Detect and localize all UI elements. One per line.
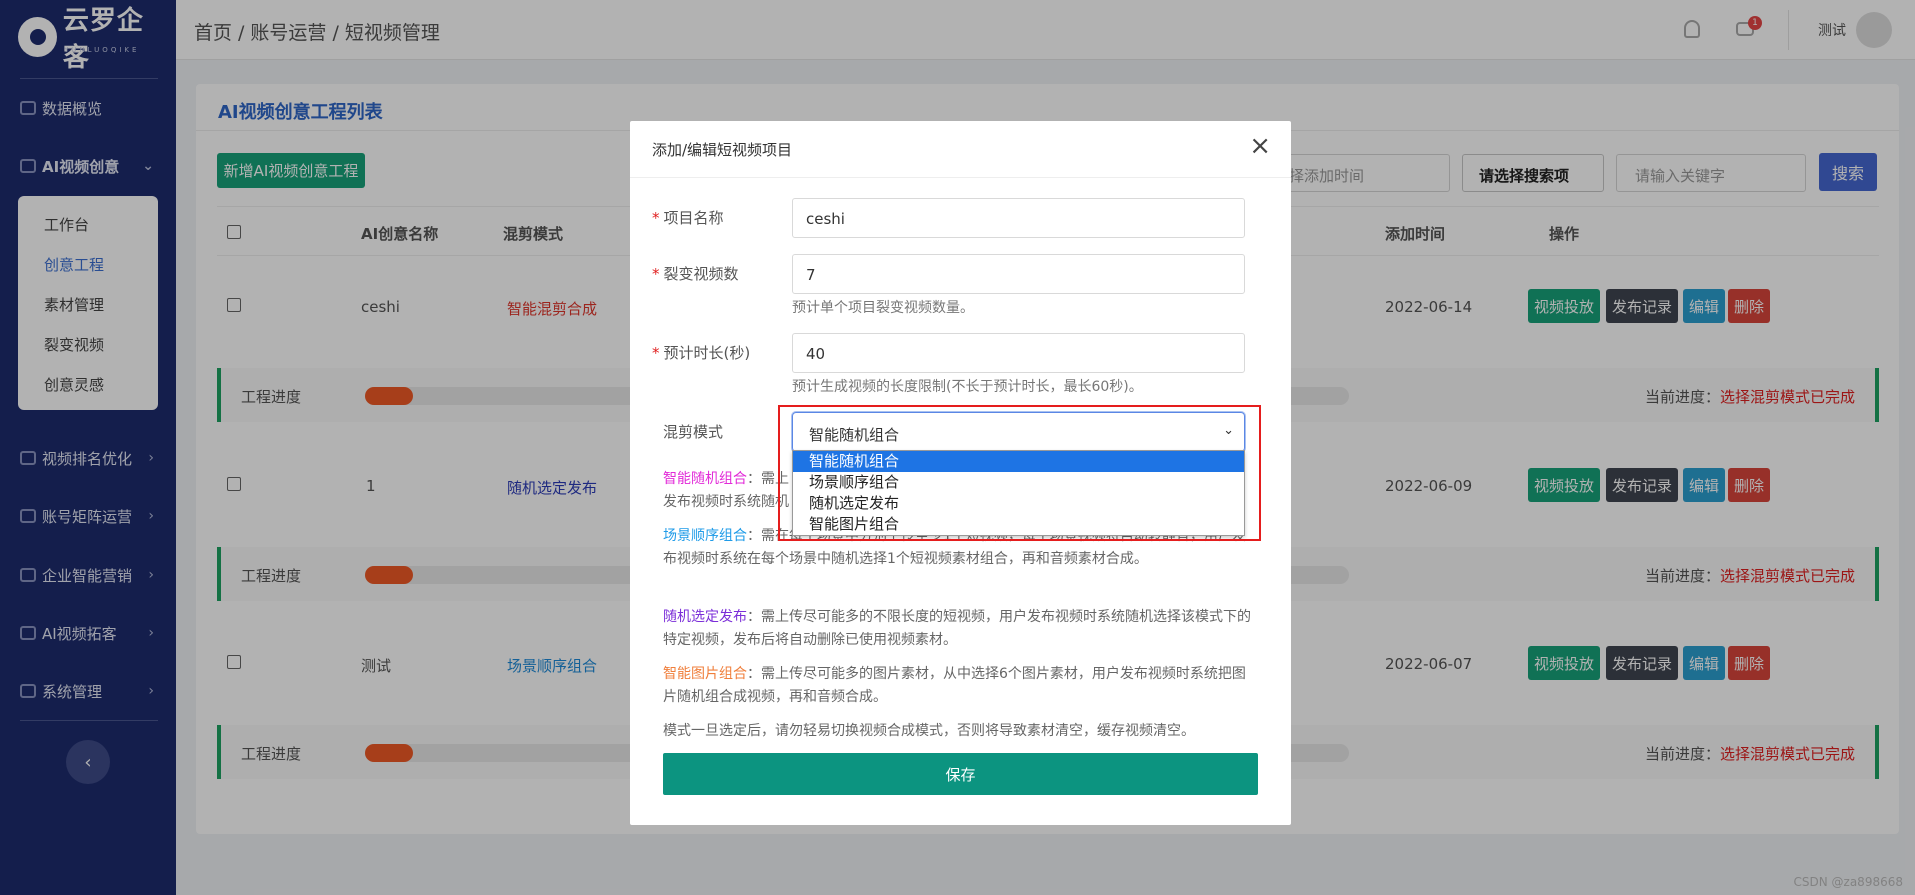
mode-desc-text: ：需上传尽可能多的图片素材，从中选择6个图片素材，用户发布视频时系统把图片随机组… [663,666,1246,705]
mode-desc-text: 发布视频时系统随机 [663,494,789,510]
fission-count-help: 预计单个项目裂变视频数量。 [792,300,974,316]
duration-label: * 预计时长(秒) [652,344,751,362]
field-label-text: 项目名称 [663,209,724,227]
field-label-text: 预计时长(秒) [663,344,751,362]
divider [630,177,1291,178]
mode-key: 场景顺序组合 [663,528,747,544]
project-name-label: * 项目名称 [652,209,724,227]
mode-note: 模式一旦选定后，请勿轻易切换视频合成模式，否则将导致素材清空，缓存视频清空。 [663,723,1195,739]
mode-key: 智能随机组合 [663,471,747,487]
duration-help: 预计生成视频的长度限制(不长于预计时长，最长60秒)。 [792,379,1143,395]
project-name-input[interactable]: ceshi [792,198,1245,238]
mode-desc-image: 智能图片组合：需上传尽可能多的图片素材，从中选择6个图片素材，用户发布视频时系统… [663,663,1258,709]
edit-project-dialog: 添加/编辑短视频项目 × * 项目名称 ceshi * 裂变视频数 7 预计单个项目… [630,121,1291,825]
mode-desc-select: 随机选定发布：需上传尽可能多的不限长度的短视频，用户发布视频时系统随机选择该模式… [663,606,1258,652]
duration-input[interactable]: 40 [792,333,1245,373]
field-label-text: 裂变视频数 [663,265,739,283]
save-button[interactable]: 保存 [663,753,1258,795]
mode-key: 随机选定发布 [663,609,747,625]
mode-desc-text: ：需上传尽可能多的不限长度的短视频，用户发布视频时系统随机选择该模式下的特定视频… [663,609,1251,648]
dialog-title: 添加/编辑短视频项目 [652,141,793,159]
highlight-box [778,405,1261,541]
mix-mode-label: 混剪模式 [663,423,724,441]
close-icon[interactable]: × [1249,131,1271,161]
fission-count-input[interactable]: 7 [792,254,1245,294]
mode-key: 智能图片组合 [663,666,747,682]
fission-count-label: * 裂变视频数 [652,265,739,283]
